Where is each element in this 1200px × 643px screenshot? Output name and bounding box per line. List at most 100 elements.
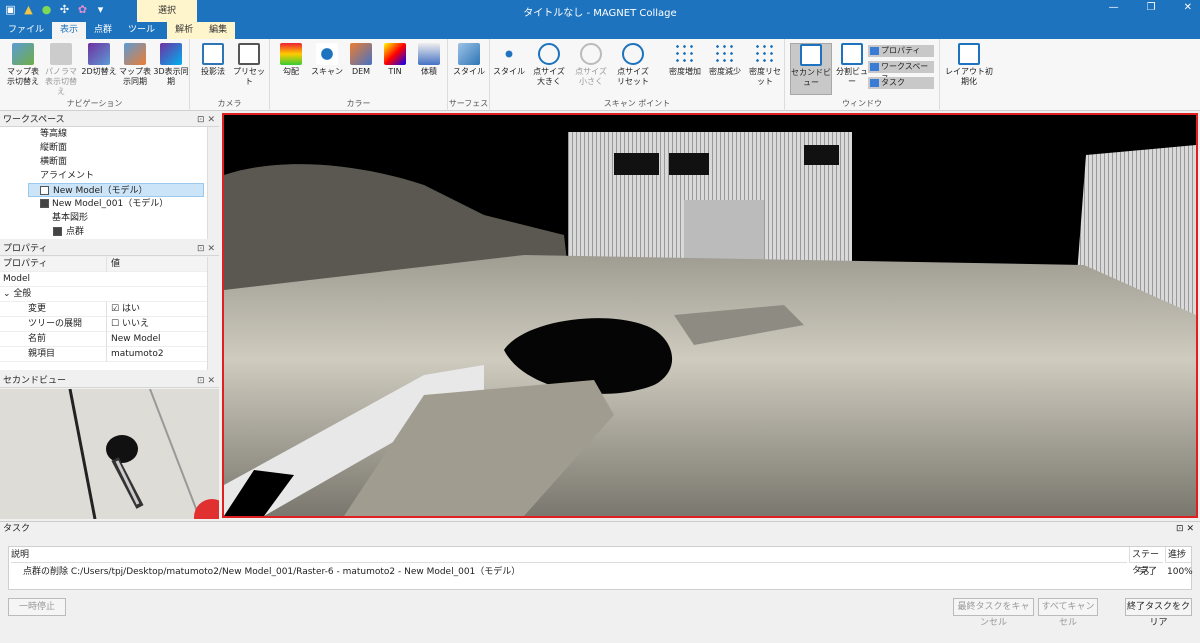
second-view-icon xyxy=(800,44,822,66)
split-view-icon xyxy=(841,43,863,65)
tab-tools[interactable]: ツール xyxy=(120,22,163,39)
prop-value-expand[interactable]: ☐ いいえ xyxy=(108,317,149,332)
checkbox-icon[interactable] xyxy=(53,227,62,236)
slope-button[interactable]: 勾配 xyxy=(272,43,310,77)
prop-key: 変更 xyxy=(0,302,107,317)
group-scan-point: スタイル 点サイズ大きく 点サイズ小さく 点サイズリセット 密度増加 密度減少 … xyxy=(490,39,785,111)
layout-reset-button[interactable]: レイアウト初期化 xyxy=(944,43,994,87)
prop-value-name[interactable]: New Model xyxy=(108,332,161,347)
maximize-icon[interactable]: ❐ xyxy=(1147,2,1156,13)
zoom-in-icon xyxy=(538,43,560,65)
preset-button[interactable]: プリセット xyxy=(230,43,268,87)
pause-button[interactable]: 一時停止 xyxy=(8,598,66,616)
second-view-header: セカンドビュー ⊡ ✕ xyxy=(0,374,219,388)
panorama-icon xyxy=(50,43,72,65)
map-sync-button[interactable]: マップ表示同期 xyxy=(116,43,154,87)
2d-toggle-button[interactable]: 2D切替え xyxy=(80,43,118,77)
point-style-button[interactable]: スタイル xyxy=(490,43,528,77)
tree-item-contour[interactable]: 等高線 xyxy=(0,127,219,141)
cancel-all-button[interactable]: すべてキャンセル xyxy=(1038,598,1098,628)
surface-style-button[interactable]: スタイル xyxy=(450,43,488,77)
tin-icon xyxy=(384,43,406,65)
pin-close-icon[interactable]: ⊡ ✕ xyxy=(197,113,215,127)
map-sync-icon xyxy=(124,43,146,65)
checkbox-icon[interactable]: ☐ xyxy=(111,319,122,329)
prop-key: 親項目 xyxy=(0,347,107,362)
prop-header-key: プロパティ xyxy=(0,257,107,272)
properties-scrollbar[interactable] xyxy=(207,257,219,370)
layout-icon xyxy=(958,43,980,65)
minimize-icon[interactable]: — xyxy=(1109,2,1119,13)
toggle-properties[interactable]: プロパティ xyxy=(868,45,934,57)
toggle-workspace[interactable]: ワークスペース xyxy=(868,61,934,83)
projection-button[interactable]: 投影法 xyxy=(194,43,232,77)
prop-object-name: Model xyxy=(0,272,219,287)
workspace-panel-header: ワークスペース ⊡ ✕ xyxy=(0,113,219,127)
group-color: 勾配 スキャン DEM TIN 体積 カラー xyxy=(270,39,448,111)
tree-item-profile[interactable]: 縦断面 xyxy=(0,141,219,155)
tin-button[interactable]: TIN xyxy=(376,43,414,77)
tab-analysis[interactable]: 解析 xyxy=(167,22,202,39)
pin-close-icon[interactable]: ⊡ ✕ xyxy=(1176,522,1194,536)
scan-color-button[interactable]: スキャン xyxy=(308,43,346,77)
tab-view[interactable]: 表示 xyxy=(52,22,87,39)
panorama-toggle-button[interactable]: パノラマ表示切替え xyxy=(42,43,80,97)
tab-pointcloud[interactable]: 点群 xyxy=(86,22,120,39)
dem-icon xyxy=(350,43,372,65)
map-icon xyxy=(12,43,34,65)
tree-item-alignment[interactable]: アライメント xyxy=(0,169,219,183)
tree-item-cross-section[interactable]: 横断面 xyxy=(0,155,219,169)
pin-close-icon[interactable]: ⊡ ✕ xyxy=(197,242,215,256)
dem-button[interactable]: DEM xyxy=(342,43,380,77)
workspace-tree: 等高線 縦断面 横断面 アライメント New Model（モデル） New Mo… xyxy=(0,127,219,239)
volume-button[interactable]: 体積 xyxy=(410,43,448,77)
title-bar: ▣ ▲ ● ✣ ✿ ▾ 選択 タイトルなし - MAGNET Collage —… xyxy=(0,0,1200,22)
density-reset-button[interactable]: 密度リセット xyxy=(746,43,784,87)
task-description: 点群の削除 C:/Users/tpj/Desktop/matumoto2/New… xyxy=(23,567,521,577)
pin-close-icon[interactable]: ⊡ ✕ xyxy=(197,374,215,388)
surface-icon xyxy=(458,43,480,65)
prop-value-modified[interactable]: ☑ はい xyxy=(108,302,140,317)
second-view-scene xyxy=(0,389,219,519)
group-navigation: マップ表示切替え パノラマ表示切替え 2D切替え マップ表示同期 3D表示同期 … xyxy=(0,39,190,111)
tree-item-pointcloud[interactable]: 点群 xyxy=(0,225,219,239)
checkbox-icon[interactable]: ☑ xyxy=(111,304,122,314)
checkbox-icon[interactable] xyxy=(40,199,49,208)
workspace-scrollbar[interactable] xyxy=(207,127,219,239)
window-title: タイトルなし - MAGNET Collage xyxy=(523,8,677,19)
tab-edit[interactable]: 編集 xyxy=(201,22,236,39)
col-description[interactable]: 説明 xyxy=(11,547,1127,563)
prop-section-general[interactable]: ⌄ 全般 xyxy=(0,287,219,302)
map-toggle-button[interactable]: マップ表示切替え xyxy=(4,43,42,87)
tab-file[interactable]: ファイル xyxy=(0,22,52,39)
tree-item-new-model[interactable]: New Model（モデル） xyxy=(28,183,204,197)
toggle-tasks[interactable]: タスク xyxy=(868,77,934,89)
chevron-down-icon: ⌄ xyxy=(3,289,14,299)
density-reset-icon xyxy=(754,43,776,65)
properties-grid: プロパティ値 Model ⌄ 全般 変更 ☑ はい ツリーの展開 ☐ いいえ 名前 N… xyxy=(0,257,219,370)
clear-finished-button[interactable]: 終了タスクをクリア xyxy=(1125,598,1192,628)
density-up-button[interactable]: 密度増加 xyxy=(666,43,704,77)
col-progress[interactable]: 進捗 xyxy=(1165,547,1191,563)
density-down-icon xyxy=(714,43,736,65)
point-size-up-button[interactable]: 点サイズ大きく xyxy=(530,43,568,87)
point-size-down-button[interactable]: 点サイズ小さく xyxy=(572,43,610,87)
second-view-button[interactable]: セカンドビュー xyxy=(790,43,832,95)
volume-icon xyxy=(418,43,440,65)
second-view-canvas[interactable] xyxy=(0,389,219,519)
prop-value-parent[interactable]: matumoto2 xyxy=(108,347,164,362)
3d-sync-button[interactable]: 3D表示同期 xyxy=(152,43,190,87)
main-3d-view[interactable] xyxy=(222,113,1198,518)
checkbox-icon[interactable] xyxy=(40,186,49,195)
2d-icon xyxy=(88,43,110,65)
col-status[interactable]: ステータス xyxy=(1129,547,1163,576)
cancel-last-task-button[interactable]: 最終タスクをキャンセル xyxy=(953,598,1034,628)
split-view-button[interactable]: 分割ビュー xyxy=(833,43,871,87)
density-down-button[interactable]: 密度減少 xyxy=(706,43,744,77)
task-panel-header: タスク ⊡ ✕ xyxy=(0,521,1200,535)
close-icon[interactable]: ✕ xyxy=(1184,2,1192,13)
tree-item-basic-shapes[interactable]: 基本図形 xyxy=(0,211,219,225)
point-size-reset-button[interactable]: 点サイズリセット xyxy=(614,43,652,87)
tree-item-new-model-001[interactable]: New Model_001（モデル） xyxy=(0,197,219,211)
scan-icon xyxy=(316,43,338,65)
